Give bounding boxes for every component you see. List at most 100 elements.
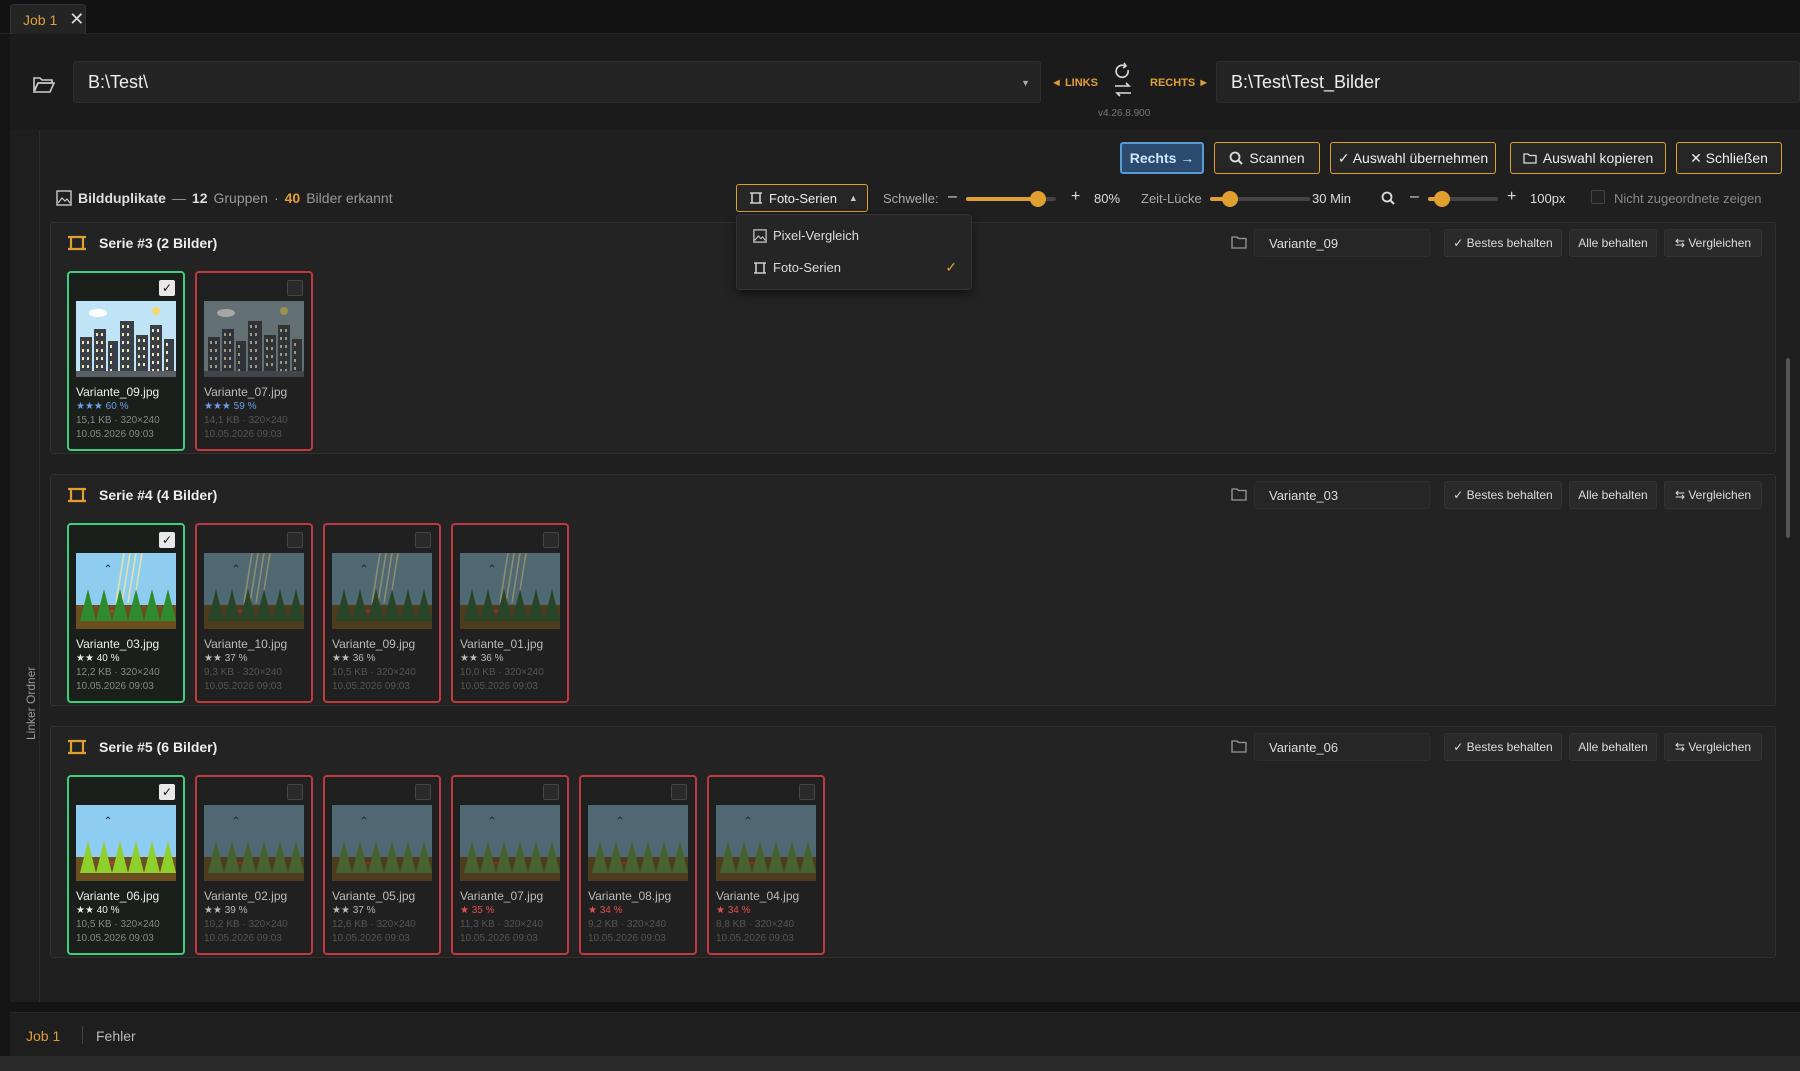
image-card[interactable]: ✓ Variante_06.jpg ★★ 40 % 10,5 KB · 320×…	[67, 775, 185, 955]
time-gap-slider[interactable]	[1210, 191, 1310, 207]
select-checkbox[interactable]	[543, 784, 559, 800]
apply-selection-button[interactable]: ✓ Auswahl übernehmen	[1330, 142, 1496, 174]
compare-button[interactable]: ⇆ Vergleichen	[1664, 733, 1762, 761]
selected-image-input[interactable]: Variante_06	[1254, 733, 1430, 761]
file-date: 10.05.2026 09:03	[332, 933, 410, 944]
image-card[interactable]: Variante_10.jpg ★★ 37 % 9,3 KB · 320×240…	[195, 523, 313, 703]
image-thumbnail[interactable]	[204, 805, 304, 881]
file-meta: 9,3 KB · 320×240	[204, 667, 283, 678]
select-checkbox[interactable]	[543, 532, 559, 548]
compare-button[interactable]: ⇆ Vergleichen	[1664, 229, 1762, 257]
mode-select-label: Foto-Serien	[769, 190, 837, 206]
image-card[interactable]: Variante_01.jpg ★★ 36 % 10,0 KB · 320×24…	[451, 523, 569, 703]
mode-select-button[interactable]: Foto-Serien ▲	[736, 184, 868, 212]
select-checkbox[interactable]	[287, 784, 303, 800]
close-tab-icon[interactable]: ✕	[69, 9, 84, 30]
image-card[interactable]: Variante_07.jpg ★ 35 % 11,3 KB · 320×240…	[451, 775, 569, 955]
image-card[interactable]: Variante_02.jpg ★★ 39 % 10,2 KB · 320×24…	[195, 775, 313, 955]
select-checkbox[interactable]	[287, 532, 303, 548]
left-folder-sidebar[interactable]: Linker Ordner	[10, 130, 40, 1002]
folder-icon[interactable]	[1231, 487, 1247, 501]
rechts-button[interactable]: Rechts →	[1120, 142, 1204, 174]
threshold-plus-button[interactable]: +	[1071, 188, 1080, 206]
dropdown-item-pixel-compare[interactable]: Pixel-Vergleich	[753, 228, 859, 243]
compare-button[interactable]: ⇆ Vergleichen	[1664, 481, 1762, 509]
file-date: 10.05.2026 09:03	[460, 681, 538, 692]
keep-all-label: Alle behalten	[1578, 236, 1648, 250]
keep-all-button[interactable]: Alle behalten	[1569, 733, 1657, 761]
keep-best-button[interactable]: ✓ Bestes behalten	[1444, 733, 1562, 761]
folder-icon[interactable]	[1231, 739, 1247, 753]
select-checkbox[interactable]: ✓	[159, 784, 175, 800]
image-card[interactable]: Variante_04.jpg ★ 34 % 8,8 KB · 320×240 …	[707, 775, 825, 955]
selected-image-input[interactable]: Variante_09	[1254, 229, 1430, 257]
zoom-slider[interactable]	[1428, 191, 1498, 207]
compare-label: ⇆ Vergleichen	[1674, 740, 1752, 754]
keep-all-button[interactable]: Alle behalten	[1569, 481, 1657, 509]
zoom-knob[interactable]	[1434, 191, 1450, 207]
image-thumbnail[interactable]	[332, 805, 432, 881]
image-thumbnail[interactable]	[76, 301, 176, 377]
threshold-knob[interactable]	[1030, 191, 1046, 207]
zoom-minus-button[interactable]: –	[1410, 188, 1419, 206]
left-path-input[interactable]: B:\Test\ ▼	[73, 61, 1041, 103]
folder-open-icon[interactable]	[32, 74, 56, 94]
file-date: 10.05.2026 09:03	[76, 429, 154, 440]
show-unassigned-checkbox[interactable]	[1591, 190, 1605, 204]
select-checkbox[interactable]	[287, 280, 303, 296]
image-card[interactable]: Variante_05.jpg ★★ 37 % 12,6 KB · 320×24…	[323, 775, 441, 955]
scan-button-label: Scannen	[1249, 150, 1305, 166]
copy-selection-button[interactable]: Auswahl kopieren	[1510, 142, 1666, 174]
series-title: Serie #5 (6 Bilder)	[67, 739, 217, 755]
select-checkbox[interactable]	[671, 784, 687, 800]
threshold-minus-button[interactable]: –	[948, 188, 957, 206]
tab-job-1[interactable]: Job 1 ✕	[10, 4, 86, 34]
scrollbar[interactable]	[1786, 358, 1790, 538]
image-thumbnail[interactable]	[204, 301, 304, 377]
keep-best-button[interactable]: ✓ Bestes behalten	[1444, 229, 1562, 257]
image-card[interactable]: Variante_07.jpg ★★★ 59 % 14,1 KB · 320×2…	[195, 271, 313, 451]
version-label: v4.26.8.900	[1098, 108, 1151, 119]
series-list[interactable]: Serie #3 (2 Bilder) Variante_09 ✓ Bestes…	[48, 222, 1778, 1000]
select-checkbox[interactable]: ✓	[159, 532, 175, 548]
swap-refresh-icon[interactable]	[1112, 62, 1134, 100]
image-thumbnail[interactable]	[76, 805, 176, 881]
selected-image-input[interactable]: Variante_03	[1254, 481, 1430, 509]
status-tab-errors[interactable]: Fehler	[96, 1028, 136, 1044]
image-thumbnail[interactable]	[716, 805, 816, 881]
time-gap-knob[interactable]	[1222, 191, 1238, 207]
series-title-label: Serie #3 (2 Bilder)	[99, 235, 218, 251]
image-card[interactable]: ✓ Variante_03.jpg ★★ 40 % 12,2 KB · 320×…	[67, 523, 185, 703]
image-card[interactable]: ✓ Variante_09.jpg ★★★ 60 % 15,1 KB · 320…	[67, 271, 185, 451]
file-name: Variante_02.jpg	[204, 889, 288, 903]
dropdown-item-photo-series[interactable]: Foto-Serien	[753, 260, 841, 275]
file-date: 10.05.2026 09:03	[332, 681, 410, 692]
keep-all-button[interactable]: Alle behalten	[1569, 229, 1657, 257]
file-date: 10.05.2026 09:03	[76, 933, 154, 944]
chevron-down-icon[interactable]: ▼	[1021, 78, 1030, 88]
status-tab-job[interactable]: Job 1	[26, 1028, 60, 1044]
image-thumbnail[interactable]	[588, 805, 688, 881]
image-thumbnail[interactable]	[460, 805, 560, 881]
image-card[interactable]: Variante_08.jpg ★ 34 % 9,2 KB · 320×240 …	[579, 775, 697, 955]
image-thumbnail[interactable]	[460, 553, 560, 629]
close-button[interactable]: ✕ Schließen	[1676, 142, 1782, 174]
image-card[interactable]: Variante_09.jpg ★★ 36 % 10,5 KB · 320×24…	[323, 523, 441, 703]
image-thumbnail[interactable]	[76, 553, 176, 629]
stats-dash: —	[171, 190, 186, 206]
select-checkbox[interactable]	[415, 532, 431, 548]
image-thumbnail[interactable]	[332, 553, 432, 629]
image-thumbnail[interactable]	[204, 553, 304, 629]
file-name: Variante_09.jpg	[76, 385, 160, 399]
right-path-input[interactable]: B:\Test\Test_Bilder	[1216, 61, 1800, 103]
score-label: ★★ 37 %	[332, 905, 376, 916]
keep-best-button[interactable]: ✓ Bestes behalten	[1444, 481, 1562, 509]
scan-button[interactable]: Scannen	[1214, 142, 1320, 174]
zoom-plus-button[interactable]: +	[1507, 188, 1516, 206]
folder-icon[interactable]	[1231, 235, 1247, 249]
file-date: 10.05.2026 09:03	[460, 933, 538, 944]
threshold-slider[interactable]	[966, 191, 1056, 207]
select-checkbox[interactable]: ✓	[159, 280, 175, 296]
select-checkbox[interactable]	[799, 784, 815, 800]
select-checkbox[interactable]	[415, 784, 431, 800]
